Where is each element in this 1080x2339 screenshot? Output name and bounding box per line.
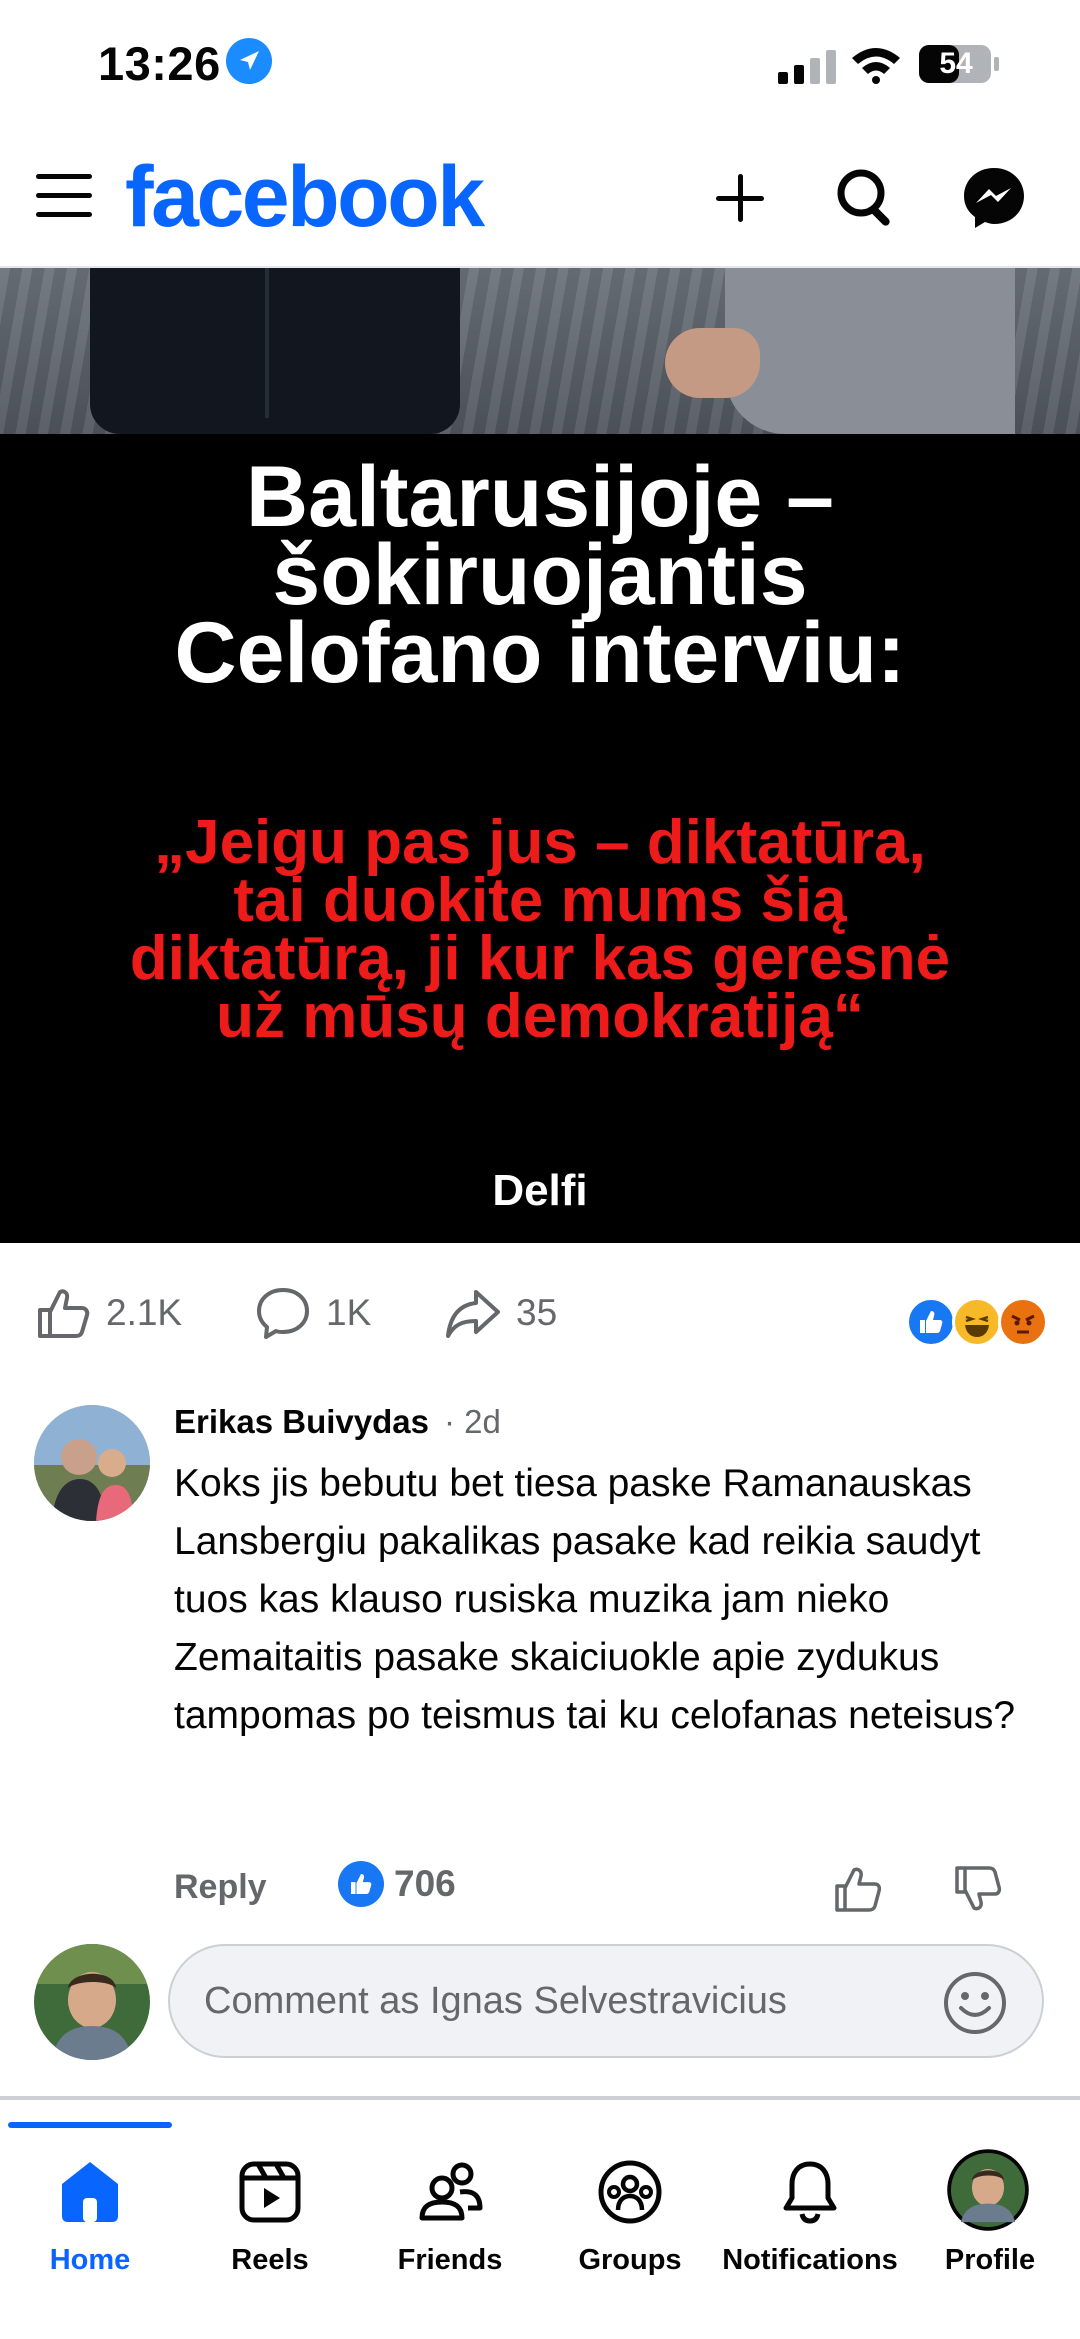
nav-groups-label: Groups xyxy=(578,2244,682,2276)
plus-icon[interactable] xyxy=(700,158,780,238)
search-icon[interactable] xyxy=(826,158,906,238)
bottom-nav: Home Reels Friends Groups Notifications … xyxy=(0,2128,1080,2339)
post-image[interactable]: Baltarusijoje – šokiruojantis Celofano i… xyxy=(0,268,1080,1243)
user-avatar[interactable] xyxy=(34,1944,150,2060)
wifi-icon xyxy=(852,48,900,84)
comment-icon xyxy=(257,1288,309,1339)
comment-author[interactable]: Erikas Buivydas xyxy=(174,1403,429,1441)
like-reaction-icon xyxy=(906,1297,956,1347)
nav-notifications[interactable]: Notifications xyxy=(720,2128,900,2308)
status-time: 13:26 xyxy=(98,37,221,90)
location-arrow-icon xyxy=(226,38,272,84)
nav-divider xyxy=(0,2096,1080,2100)
friends-icon xyxy=(419,2162,483,2221)
messenger-icon[interactable] xyxy=(954,158,1034,238)
nav-profile-label: Profile xyxy=(944,2244,1036,2276)
facebook-logo[interactable]: facebook xyxy=(125,148,485,247)
share-icon xyxy=(446,1290,500,1338)
comment-count: 1K xyxy=(326,1292,372,1333)
comment-text: Koks jis bebutu bet tiesa paske Ramanaus… xyxy=(174,1462,1016,1737)
nav-notifications-label: Notifications xyxy=(722,2244,898,2276)
share-button[interactable]: 35 xyxy=(444,1283,557,1343)
like-count: 2.1K xyxy=(106,1292,183,1333)
reply-button[interactable]: Reply xyxy=(174,1868,267,1907)
nav-friends[interactable]: Friends xyxy=(360,2128,540,2308)
upvote-icon[interactable] xyxy=(832,1863,884,1915)
comment: Erikas Buivydas · 2d Koks jis bebutu bet… xyxy=(0,1383,1080,1938)
menu-icon[interactable] xyxy=(34,166,94,226)
like-button[interactable]: 2.1K xyxy=(34,1283,182,1343)
groups-icon xyxy=(598,2160,662,2224)
nav-profile[interactable]: Profile xyxy=(900,2128,1080,2308)
comment-button[interactable]: 1K xyxy=(254,1283,371,1343)
comment-input[interactable]: Comment as Ignas Selvestravicius xyxy=(168,1944,1044,2058)
reaction-summary[interactable] xyxy=(906,1297,1048,1349)
share-count: 35 xyxy=(516,1292,558,1333)
image-source: Delfi xyxy=(492,1166,588,1215)
emoji-icon[interactable] xyxy=(942,1970,1008,2036)
signal-icon xyxy=(778,50,836,84)
profile-avatar-icon xyxy=(947,2149,1029,2231)
nav-home[interactable]: Home xyxy=(0,2128,180,2308)
nav-reels-label: Reels xyxy=(231,2244,309,2276)
nav-home-label: Home xyxy=(49,2244,131,2276)
bell-icon xyxy=(783,2161,837,2224)
nav-friends-label: Friends xyxy=(397,2244,503,2276)
battery-icon: 54 xyxy=(918,44,1000,84)
comment-time: · 2d xyxy=(444,1403,501,1440)
thumbs-up-icon xyxy=(38,1289,90,1338)
home-icon xyxy=(62,2162,118,2222)
status-bar: 13:26 54 xyxy=(0,0,1080,130)
post-actions: 2.1K 1K 35 xyxy=(0,1243,1080,1383)
nav-groups[interactable]: Groups xyxy=(540,2128,720,2308)
image-headline: Baltarusijoje – šokiruojantis Celofano i… xyxy=(174,449,906,701)
downvote-icon[interactable] xyxy=(952,1863,1004,1915)
comment-like-count[interactable]: 706 xyxy=(338,1861,456,1907)
image-quote: „Jeigu pas jus – diktatūra, tai duokite … xyxy=(129,808,951,1051)
nav-reels[interactable]: Reels xyxy=(180,2128,360,2308)
like-badge-icon xyxy=(338,1861,384,1907)
haha-reaction-icon xyxy=(952,1297,1002,1347)
reels-icon xyxy=(239,2161,301,2223)
post-photo xyxy=(0,268,1080,434)
commenter-avatar[interactable] xyxy=(34,1405,150,1521)
comment-composer: Comment as Ignas Selvestravicius xyxy=(0,1938,1080,2098)
angry-reaction-icon xyxy=(998,1297,1048,1347)
app-header: facebook xyxy=(0,130,1080,268)
comment-placeholder: Comment as Ignas Selvestravicius xyxy=(204,1980,787,2022)
battery-level: 54 xyxy=(939,47,973,80)
comment-like-number: 706 xyxy=(394,1863,456,1904)
